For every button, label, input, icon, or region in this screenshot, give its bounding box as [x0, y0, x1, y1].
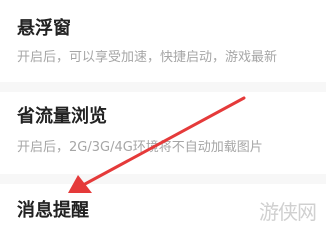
message-notification-title: 消息提醒	[17, 200, 89, 221]
data-saving-browsing-setting[interactable]	[0, 92, 326, 174]
data-saving-browsing-title: 省流量浏览	[17, 106, 107, 127]
site-watermark: 游侠网	[259, 200, 316, 224]
floating-window-title: 悬浮窗	[17, 18, 71, 39]
data-saving-browsing-description: 开启后，2G/3G/4G环境将不自动加载图片	[17, 140, 263, 155]
floating-window-setting[interactable]	[0, 0, 326, 82]
floating-window-description: 开启后，可以享受加速，快捷启动，游戏最新	[17, 50, 278, 65]
